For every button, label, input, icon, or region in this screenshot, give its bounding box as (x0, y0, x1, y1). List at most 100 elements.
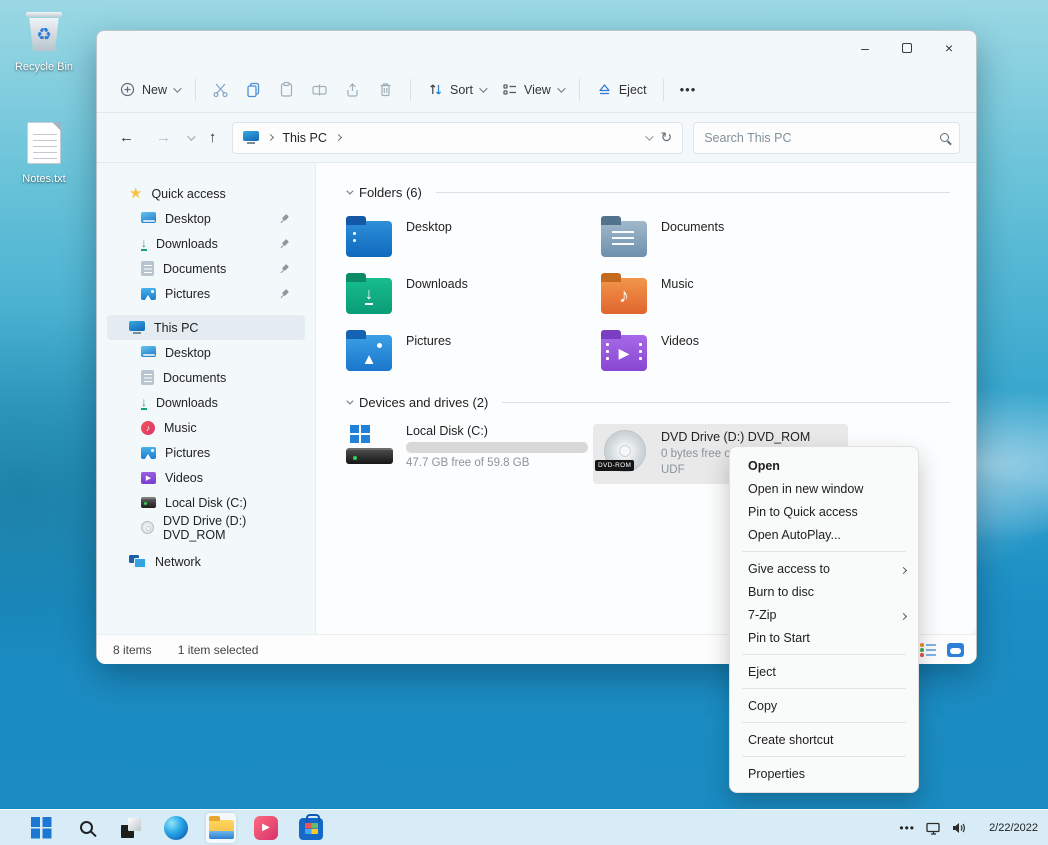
context-menu-item-open[interactable]: Open (730, 454, 918, 477)
task-view-button[interactable] (116, 813, 146, 843)
taskbar-clock-date[interactable]: 2/22/2022 (978, 822, 1038, 834)
context-menu-item-eject[interactable]: Eject (730, 660, 918, 683)
context-menu-item-copy[interactable]: Copy (730, 694, 918, 717)
edge-browser-button[interactable] (161, 813, 191, 843)
pictures-icon (141, 447, 156, 459)
folder-tile-videos[interactable]: ▶ Videos (601, 328, 856, 385)
sidebar-item-this-pc[interactable]: This PC (107, 315, 305, 340)
hard-drive-icon (141, 497, 156, 508)
folder-tile-desktop[interactable]: Desktop (346, 214, 601, 271)
title-bar[interactable]: – × (97, 31, 976, 67)
media-player-button[interactable]: ▶ (251, 813, 281, 843)
context-menu-item-open-autoplay[interactable]: Open AutoPlay... (730, 523, 918, 546)
breadcrumb-this-pc[interactable]: This PC (282, 131, 326, 145)
rename-button[interactable] (303, 75, 336, 104)
volume-icon[interactable] (952, 822, 967, 834)
sidebar-label: Local Disk (C:) (165, 496, 247, 510)
details-view-button[interactable] (920, 642, 937, 657)
forward-button[interactable]: → (150, 127, 177, 148)
folders-section-header[interactable]: Folders (6) (346, 185, 950, 200)
desktop-icon-notes-txt[interactable]: Notes.txt (8, 122, 80, 185)
sidebar-item-downloads-pinned[interactable]: ↓ Downloads (107, 231, 305, 256)
start-button[interactable] (26, 813, 56, 843)
context-menu-item-give-access-to[interactable]: Give access to (730, 557, 918, 580)
menu-separator (742, 551, 906, 552)
copy-button[interactable] (237, 75, 270, 104)
new-button[interactable]: New (111, 75, 187, 104)
folder-tile-downloads[interactable]: ↓ Downloads (346, 271, 601, 328)
submenu-chevron-icon (901, 562, 906, 576)
sidebar-item-local-disk-c[interactable]: Local Disk (C:) (107, 490, 305, 515)
sort-button[interactable]: Sort (419, 75, 493, 104)
sidebar-item-desktop[interactable]: Desktop (107, 340, 305, 365)
context-menu-item-burn-to-disc[interactable]: Burn to disc (730, 580, 918, 603)
sidebar-item-dvd-drive[interactable]: DVD Drive (D:) DVD_ROM (107, 515, 305, 540)
sidebar-item-documents[interactable]: Documents (107, 365, 305, 390)
sidebar-label: Videos (165, 471, 203, 485)
dvd-rom-badge: DVD-ROM (595, 460, 634, 471)
context-menu-item-7zip[interactable]: 7-Zip (730, 603, 918, 626)
eject-label: Eject (619, 83, 647, 97)
folder-tile-music[interactable]: ♪ Music (601, 271, 856, 328)
sidebar-item-network[interactable]: Network (107, 549, 305, 574)
sidebar-item-quick-access[interactable]: ★ Quick access (107, 181, 305, 206)
ellipsis-icon: ••• (680, 82, 697, 97)
dvd-icon (141, 521, 154, 534)
breadcrumb[interactable]: This PC ↻ (232, 122, 683, 154)
context-menu-item-properties[interactable]: Properties (730, 762, 918, 785)
sidebar-label: Pictures (165, 287, 210, 301)
microsoft-store-button[interactable] (296, 813, 326, 843)
paste-button[interactable] (270, 75, 303, 104)
context-menu-item-pin-to-start[interactable]: Pin to Start (730, 626, 918, 649)
sidebar-item-downloads[interactable]: ↓ Downloads (107, 390, 305, 415)
sidebar-item-videos[interactable]: ▶ Videos (107, 465, 305, 490)
search-input[interactable] (704, 131, 940, 145)
file-explorer-button[interactable] (206, 813, 236, 843)
minimize-glyph: – (861, 40, 869, 56)
sidebar-item-pictures-pinned[interactable]: Pictures (107, 281, 305, 306)
sidebar-item-desktop-pinned[interactable]: Desktop (107, 206, 305, 231)
sidebar-label: Documents (163, 262, 226, 276)
see-more-button[interactable]: ••• (672, 76, 705, 103)
desktop[interactable]: ♻ Recycle Bin Notes.txt – × New (0, 0, 1048, 845)
delete-button[interactable] (369, 75, 402, 104)
hidden-icons-button[interactable]: ••• (899, 821, 915, 835)
eject-button[interactable]: Eject (588, 75, 655, 104)
pictures-icon (141, 288, 156, 300)
context-menu-item-create-shortcut[interactable]: Create shortcut (730, 728, 918, 751)
recycle-glyph: ♻ (36, 26, 51, 43)
refresh-button[interactable]: ↻ (660, 129, 672, 146)
recent-locations-chevron[interactable] (187, 132, 195, 140)
star-icon: ★ (129, 186, 142, 201)
up-button[interactable]: ↑ (203, 127, 223, 148)
desktop-icon-recycle-bin[interactable]: ♻ Recycle Bin (8, 10, 80, 73)
network-icon[interactable] (926, 822, 941, 835)
sidebar-item-pictures[interactable]: Pictures (107, 440, 305, 465)
desktop-icon (141, 212, 156, 225)
sidebar-item-music[interactable]: ♪ Music (107, 415, 305, 440)
drive-tile-local-disk[interactable]: Local Disk (C:) 47.7 GB free of 59.8 GB (346, 424, 601, 484)
back-button[interactable]: ← (113, 127, 140, 148)
address-dropdown-chevron[interactable] (646, 132, 654, 140)
eject-icon (596, 81, 613, 98)
share-button[interactable] (336, 75, 369, 104)
devices-section-header[interactable]: Devices and drives (2) (346, 395, 950, 410)
minimize-button[interactable]: – (844, 33, 886, 63)
search-icon (940, 133, 949, 142)
context-menu-item-open-in-new-window[interactable]: Open in new window (730, 477, 918, 500)
view-button[interactable]: View (493, 75, 571, 104)
cut-button[interactable] (204, 75, 237, 104)
sidebar-label: Pictures (165, 446, 210, 460)
folder-tile-pictures[interactable]: ▲ Pictures (346, 328, 601, 385)
close-button[interactable]: × (928, 33, 970, 63)
downloads-folder-icon: ↓ (346, 278, 392, 314)
folder-tile-documents[interactable]: Documents (601, 214, 856, 271)
maximize-button[interactable] (886, 33, 928, 63)
context-menu-item-pin-to-quick-access[interactable]: Pin to Quick access (730, 500, 918, 523)
taskbar-search-button[interactable] (71, 813, 101, 843)
sidebar-item-documents-pinned[interactable]: Documents (107, 256, 305, 281)
chevron-down-icon (557, 84, 565, 92)
file-explorer-icon (209, 820, 234, 839)
search-box[interactable] (693, 122, 960, 154)
large-thumbnails-view-button[interactable] (947, 643, 964, 657)
